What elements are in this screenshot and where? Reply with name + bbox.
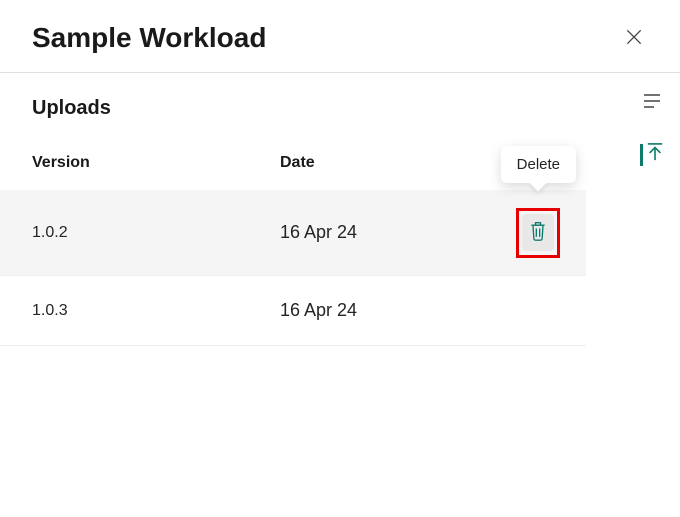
indicator-bar — [640, 144, 643, 166]
cell-date: 16 Apr 24 — [280, 300, 480, 321]
cell-action — [480, 214, 554, 251]
uploads-table: Version Date 1.0.2 16 Apr 24 — [0, 136, 586, 346]
dialog-header: Sample Workload — [0, 0, 680, 73]
close-icon — [624, 27, 644, 50]
dialog-title: Sample Workload — [32, 22, 266, 54]
table-header: Version Date — [0, 136, 586, 190]
menu-button[interactable] — [640, 91, 664, 114]
table-row[interactable]: 1.0.3 16 Apr 24 — [0, 276, 586, 346]
cell-version: 1.0.3 — [32, 302, 280, 320]
delete-button[interactable] — [522, 214, 554, 251]
close-button[interactable] — [620, 23, 648, 54]
side-panel — [640, 91, 664, 167]
section-title: Uploads — [0, 73, 680, 136]
column-header-version: Version — [32, 154, 280, 172]
column-header-date: Date — [280, 154, 480, 172]
cell-version: 1.0.2 — [32, 224, 280, 242]
main-panel: Uploads Version Date 1.0.2 16 Apr 24 — [0, 73, 680, 346]
menu-icon — [642, 97, 662, 112]
upload-indicator[interactable] — [640, 142, 664, 167]
dialog-content: Uploads Version Date 1.0.2 16 Apr 24 — [0, 73, 680, 346]
upload-icon — [646, 142, 664, 167]
delete-tooltip: Delete — [501, 146, 576, 183]
trash-icon — [528, 220, 548, 245]
cell-date: 16 Apr 24 — [280, 222, 480, 243]
tooltip-text: Delete — [517, 156, 560, 173]
table-row[interactable]: 1.0.2 16 Apr 24 — [0, 190, 586, 276]
